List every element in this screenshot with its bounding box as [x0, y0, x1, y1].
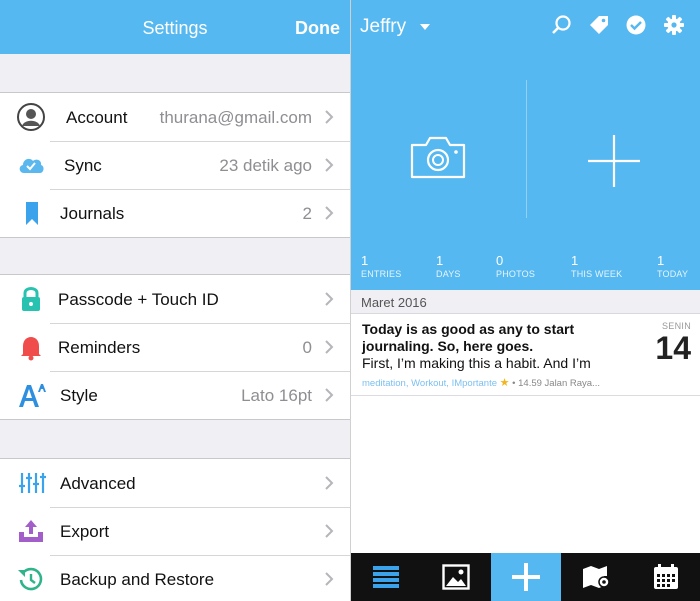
style-label: Style: [60, 386, 98, 405]
stat-today: 1 TODAY: [657, 254, 688, 280]
journal-name: Jeffry: [360, 16, 407, 37]
checkmark-circle-icon[interactable]: [625, 14, 647, 36]
entry-title-line-1: Today is as good as any to start: [362, 321, 575, 337]
chevron-right-icon: [325, 110, 334, 124]
plus-icon[interactable]: [586, 133, 642, 189]
passcode-label: Passcode + Touch ID: [58, 290, 219, 309]
chevron-right-icon: [325, 340, 334, 354]
entry-day-number: 14: [655, 330, 691, 366]
month-label: Maret 2016: [361, 295, 427, 310]
tab-calendar[interactable]: [631, 553, 700, 601]
advanced-label: Advanced: [60, 474, 136, 493]
backup-label: Backup and Restore: [60, 570, 215, 589]
stat-photos: 0 PHOTOS: [496, 254, 535, 280]
search-icon[interactable]: [551, 14, 573, 36]
header-divider: [526, 80, 527, 218]
chevron-right-icon: [325, 158, 334, 172]
stat-entries: 1 ENTRIES: [361, 254, 401, 280]
chevron-right-icon: [325, 476, 334, 490]
settings-row-sync[interactable]: Sync 23 detik ago: [0, 141, 350, 189]
photos-icon: [442, 564, 470, 590]
stat-label: PHOTOS: [496, 269, 536, 279]
stat-number: 1: [361, 253, 369, 268]
chevron-right-icon: [325, 572, 334, 586]
map-icon: [583, 566, 610, 588]
journals-label: Journals: [60, 204, 125, 223]
restore-clock-icon: [18, 567, 43, 591]
account-icon: [17, 103, 45, 131]
tab-map[interactable]: [561, 553, 631, 601]
stat-number: 1: [436, 253, 444, 268]
done-button[interactable]: Done: [295, 18, 340, 39]
stat-days: 1 DAYS: [436, 254, 461, 280]
gear-icon[interactable]: [663, 14, 685, 36]
chevron-down-icon: [420, 24, 430, 30]
chevron-right-icon: [325, 524, 334, 538]
account-value: thurana@gmail.com: [159, 108, 312, 127]
tag-icon[interactable]: [588, 14, 610, 36]
list-icon: [373, 566, 399, 588]
bottom-tab-bar: [351, 553, 700, 601]
settings-row-style[interactable]: Style Lato 16pt: [0, 371, 350, 419]
settings-row-journals[interactable]: Journals 2: [0, 189, 350, 237]
stat-number: 0: [496, 253, 504, 268]
settings-row-advanced[interactable]: Advanced: [0, 459, 350, 507]
journal-entry[interactable]: Today is as good as any to start journal…: [351, 314, 700, 396]
settings-row-backup[interactable]: Backup and Restore: [0, 555, 350, 601]
font-style-icon: [19, 384, 46, 407]
settings-header: Settings Done: [0, 0, 350, 54]
journal-pane: Jeffry 1 ENTRIES 1 DAYS 0 PHOTOS 1 THIS …: [350, 0, 700, 601]
journals-value: 2: [302, 204, 312, 223]
settings-row-account[interactable]: Account thurana@gmail.com: [0, 93, 350, 141]
settings-row-reminders[interactable]: Reminders 0: [0, 323, 350, 371]
bookmark-icon: [26, 202, 38, 225]
sync-label: Sync: [64, 156, 102, 175]
stat-label: ENTRIES: [361, 269, 402, 279]
entry-time-location: • 14.59 Jalan Raya...: [512, 378, 600, 389]
month-section-header: Maret 2016: [351, 290, 700, 314]
entry-tags: meditation, Workout, IMportante: [362, 378, 497, 389]
reminders-value: 0: [302, 338, 312, 357]
lock-icon: [22, 287, 40, 311]
entry-preview: Today is as good as any to start journal…: [362, 321, 642, 372]
settings-pane: Settings Done Account thurana@gmail.com: [0, 0, 350, 601]
export-label: Export: [60, 522, 110, 541]
tab-list[interactable]: [351, 553, 421, 601]
settings-group-security: Passcode + Touch ID Reminders 0 Style La…: [0, 274, 350, 420]
style-value: Lato 16pt: [241, 386, 312, 405]
sync-value: 23 detik ago: [219, 156, 312, 175]
star-icon: ★: [499, 377, 510, 389]
sliders-icon: [19, 473, 46, 493]
entry-meta: meditation, Workout, IMportante ★ • 14.5…: [362, 376, 600, 389]
tab-add-entry[interactable]: [491, 553, 561, 601]
journal-header: Jeffry 1 ENTRIES 1 DAYS 0 PHOTOS 1 THIS …: [351, 0, 700, 290]
stat-number: 1: [571, 253, 579, 268]
settings-group-account: Account thurana@gmail.com Sync 23 detik …: [0, 92, 350, 238]
export-icon: [19, 520, 43, 542]
bell-icon: [21, 337, 41, 361]
settings-group-data: Advanced Export Backup and Restore: [0, 458, 350, 601]
stat-number: 1: [657, 253, 665, 268]
stat-label: TODAY: [657, 269, 689, 279]
stat-label: THIS WEEK: [571, 269, 623, 279]
chevron-right-icon: [325, 206, 334, 220]
settings-row-export[interactable]: Export: [0, 507, 350, 555]
calendar-icon: [654, 564, 678, 589]
account-label: Account: [66, 108, 128, 127]
stat-this-week: 1 THIS WEEK: [571, 254, 622, 280]
entry-body-line: First, I’m making this a habit. And I’m: [362, 355, 591, 371]
add-entry-icon: [512, 563, 540, 591]
reminders-label: Reminders: [58, 338, 141, 357]
cloud-sync-icon: [19, 158, 44, 173]
settings-row-passcode[interactable]: Passcode + Touch ID: [0, 275, 350, 323]
entry-title-line-2: journaling. So, here goes.: [362, 338, 534, 354]
tab-photos[interactable]: [421, 553, 491, 601]
chevron-right-icon: [325, 292, 334, 306]
stat-label: DAYS: [436, 269, 461, 279]
camera-icon[interactable]: [410, 135, 466, 179]
chevron-right-icon: [325, 388, 334, 402]
